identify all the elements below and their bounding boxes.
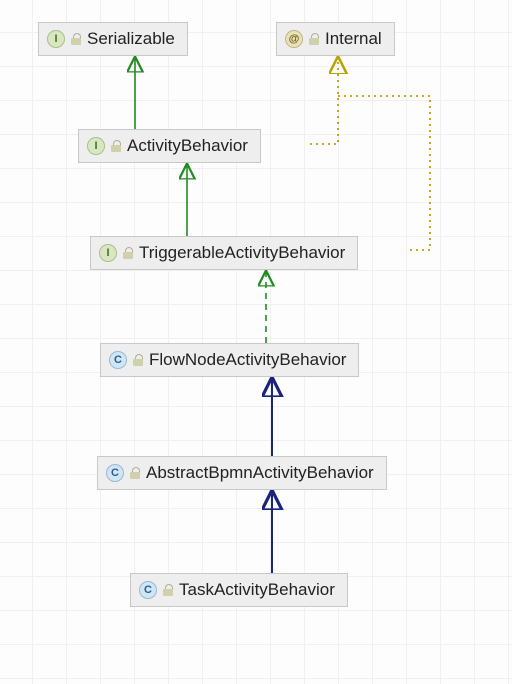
class-icon: C xyxy=(139,581,157,599)
node-internal[interactable]: @ Internal xyxy=(276,22,395,56)
node-label: Internal xyxy=(325,29,382,49)
annotation-icon: @ xyxy=(285,30,303,48)
node-abstract-bpmn-activity-behavior[interactable]: C AbstractBpmnActivityBehavior xyxy=(97,456,387,490)
node-label: FlowNodeActivityBehavior xyxy=(149,350,346,370)
class-icon: C xyxy=(106,464,124,482)
node-label: AbstractBpmnActivityBehavior xyxy=(146,463,374,483)
interface-icon: I xyxy=(47,30,65,48)
lock-icon xyxy=(71,33,81,45)
node-label: Serializable xyxy=(87,29,175,49)
node-serializable[interactable]: I Serializable xyxy=(38,22,188,56)
node-activity-behavior[interactable]: I ActivityBehavior xyxy=(78,129,261,163)
lock-icon xyxy=(133,354,143,366)
node-label: TriggerableActivityBehavior xyxy=(139,243,345,263)
lock-icon xyxy=(163,584,173,596)
node-task-activity-behavior[interactable]: C TaskActivityBehavior xyxy=(130,573,348,607)
lock-icon xyxy=(111,140,121,152)
class-icon: C xyxy=(109,351,127,369)
node-flow-node-activity-behavior[interactable]: C FlowNodeActivityBehavior xyxy=(100,343,359,377)
lock-icon xyxy=(309,33,319,45)
node-label: TaskActivityBehavior xyxy=(179,580,335,600)
interface-icon: I xyxy=(99,244,117,262)
node-triggerable-activity-behavior[interactable]: I TriggerableActivityBehavior xyxy=(90,236,358,270)
lock-icon xyxy=(130,467,140,479)
lock-icon xyxy=(123,247,133,259)
node-label: ActivityBehavior xyxy=(127,136,248,156)
interface-icon: I xyxy=(87,137,105,155)
